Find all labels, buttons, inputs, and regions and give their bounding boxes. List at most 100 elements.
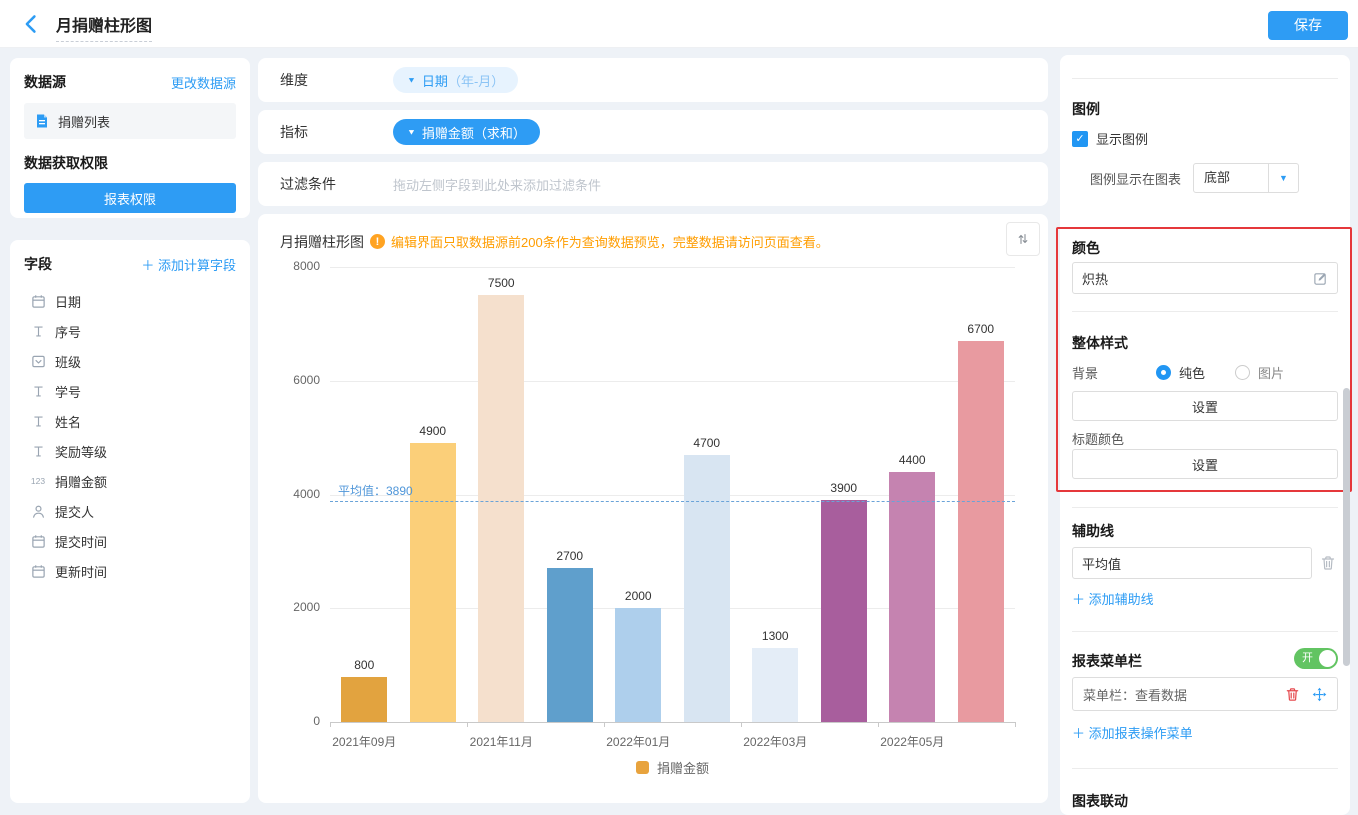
field-item-提交人[interactable]: 提交人 xyxy=(24,496,236,526)
bar-2022年02月[interactable] xyxy=(683,454,730,722)
number-icon: 123 xyxy=(30,476,46,486)
field-item-学号[interactable]: 学号 xyxy=(24,376,236,406)
top-bar: 月捐赠柱形图 保存 xyxy=(0,0,1358,48)
field-item-姓名[interactable]: 姓名 xyxy=(24,406,236,436)
text-icon xyxy=(30,443,46,459)
page-title[interactable]: 月捐赠柱形图 xyxy=(56,12,153,42)
bar-2021年11月[interactable] xyxy=(478,295,525,722)
delete-menu-icon[interactable] xyxy=(1285,687,1300,702)
y-axis-label: 6000 xyxy=(293,372,320,387)
background-row: 背景 纯色 图片 xyxy=(1072,363,1338,382)
save-button[interactable]: 保存 xyxy=(1268,11,1348,40)
legend-position-select[interactable]: 底部 ▼ xyxy=(1193,163,1299,193)
calendar-icon xyxy=(30,293,46,309)
bar-2021年12月[interactable] xyxy=(546,568,593,722)
datasource-item[interactable]: 捐赠列表 xyxy=(24,103,236,139)
title-color-set-button[interactable]: 设置 xyxy=(1072,449,1338,479)
x-axis-label: 2021年09月 xyxy=(332,735,397,749)
edit-icon[interactable] xyxy=(1313,271,1328,286)
chevron-down-icon: ▼ xyxy=(407,127,416,137)
dimension-chip[interactable]: ▼ 日期（年-月） xyxy=(393,67,519,93)
y-axis-label: 2000 xyxy=(293,600,320,615)
back-icon[interactable] xyxy=(20,13,42,35)
legend-swatch xyxy=(635,761,649,774)
average-line-label: 平均值：3890 xyxy=(338,483,413,498)
change-datasource-link[interactable]: 更改数据源 xyxy=(171,73,236,92)
bar-value-label: 800 xyxy=(354,657,375,672)
show-legend-row: ✓ 显示图例 xyxy=(1072,129,1338,148)
bar-value-label: 4700 xyxy=(693,435,721,450)
gridline xyxy=(330,267,1015,268)
bar-2022年01月[interactable] xyxy=(615,608,662,722)
bar-2021年10月[interactable] xyxy=(409,443,456,722)
title-color-label: 标题颜色 xyxy=(1072,432,1125,447)
bar-2022年03月[interactable] xyxy=(752,648,799,722)
datasource-panel: 数据源 更改数据源 捐赠列表 数据获取权限 报表权限 xyxy=(10,58,250,218)
text-icon xyxy=(30,323,46,339)
filter-placeholder: 拖动左侧字段到此处来添加过滤条件 xyxy=(393,177,602,193)
color-scheme-input[interactable]: 炽热 xyxy=(1072,262,1338,294)
x-axis-label: 2022年05月 xyxy=(880,735,945,749)
field-item-序号[interactable]: 序号 xyxy=(24,316,236,346)
metric-label: 指标 xyxy=(280,124,308,140)
linkage-section-title: 图表联动 xyxy=(1072,793,1128,809)
legend-section-title: 图例 xyxy=(1072,101,1100,117)
person-icon xyxy=(30,503,46,519)
x-axis-tick xyxy=(878,722,879,727)
field-item-更新时间[interactable]: 更新时间 xyxy=(24,556,236,586)
y-axis-label: 0 xyxy=(313,714,320,728)
field-item-日期[interactable]: 日期 xyxy=(24,286,236,316)
x-axis-tick xyxy=(741,722,742,727)
chevron-down-icon: ▼ xyxy=(407,75,416,85)
add-calc-field-link[interactable]: ＋ 添加计算字段 xyxy=(141,255,236,274)
field-item-班级[interactable]: 班级 xyxy=(24,346,236,376)
background-label: 背景 xyxy=(1072,366,1099,381)
bar-value-label: 3900 xyxy=(830,481,858,496)
toggle-on-label: 开 xyxy=(1302,652,1313,664)
fields-list: 日期 序号 班级 学号 姓名 奖励等级 123 捐赠金额 提交人 提交时间 更新时间 xyxy=(24,286,236,586)
worksheet-icon xyxy=(34,113,50,129)
field-item-捐赠金额[interactable]: 123 捐赠金额 xyxy=(24,466,236,496)
legend-label[interactable]: 捐赠金额 xyxy=(657,758,709,777)
refline-input[interactable]: 平均值 xyxy=(1072,547,1312,579)
chart-panel: 月捐赠柱形图 ! 编辑界面只取数据源前200条作为查询数据预览，完整数据请访问页… xyxy=(258,214,1048,803)
refline-section-title: 辅助线 xyxy=(1072,523,1114,539)
show-legend-checkbox[interactable]: ✓ xyxy=(1072,130,1088,147)
filter-row[interactable]: 过滤条件 拖动左侧字段到此处来添加过滤条件 xyxy=(258,162,1048,206)
field-item-提交时间[interactable]: 提交时间 xyxy=(24,526,236,556)
trash-icon[interactable] xyxy=(1320,555,1336,571)
text-icon xyxy=(30,383,46,399)
bar-2022年04月[interactable] xyxy=(820,500,867,722)
text-icon xyxy=(30,413,46,429)
scrollbar-thumb[interactable] xyxy=(1343,388,1350,666)
calendar-icon xyxy=(30,563,46,579)
background-set-button[interactable]: 设置 xyxy=(1072,391,1338,421)
bg-image-label: 图片 xyxy=(1258,366,1285,381)
bar-2022年05月[interactable] xyxy=(889,471,936,722)
report-permission-button[interactable]: 报表权限 xyxy=(24,183,236,213)
menu-item-label: 菜单栏：查看数据 xyxy=(1083,687,1188,703)
bar-2022年06月[interactable] xyxy=(957,340,1004,722)
bg-image-radio[interactable] xyxy=(1235,365,1251,380)
fields-panel: 字段 ＋ 添加计算字段 日期 序号 班级 学号 姓名 奖励等级 123 捐赠金额 提交人 提交时间… xyxy=(10,240,250,803)
y-axis-label: 4000 xyxy=(293,486,320,501)
filter-label: 过滤条件 xyxy=(280,176,336,192)
divider xyxy=(1072,768,1338,769)
move-icon[interactable] xyxy=(1312,687,1327,702)
menu-toggle[interactable]: 开 xyxy=(1294,648,1338,669)
menu-item-row[interactable]: 菜单栏：查看数据 xyxy=(1072,677,1338,711)
color-scheme-value: 炽热 xyxy=(1082,271,1109,287)
permission-title: 数据获取权限 xyxy=(24,155,108,171)
metric-row: 指标 ▼ 捐赠金额（求和） xyxy=(258,110,1048,154)
add-menu-link[interactable]: ＋ 添加报表操作菜单 xyxy=(1072,723,1338,742)
divider xyxy=(1072,507,1338,508)
add-refline-link[interactable]: ＋ 添加辅助线 xyxy=(1072,589,1338,608)
bar-value-label: 4900 xyxy=(419,424,447,439)
field-item-奖励等级[interactable]: 奖励等级 xyxy=(24,436,236,466)
divider xyxy=(1072,78,1338,79)
bg-solid-radio[interactable] xyxy=(1156,365,1171,380)
show-legend-label: 显示图例 xyxy=(1096,132,1149,147)
metric-chip[interactable]: ▼ 捐赠金额（求和） xyxy=(393,119,540,145)
toggle-knob xyxy=(1319,650,1336,667)
bar-2021年09月[interactable] xyxy=(341,676,388,722)
